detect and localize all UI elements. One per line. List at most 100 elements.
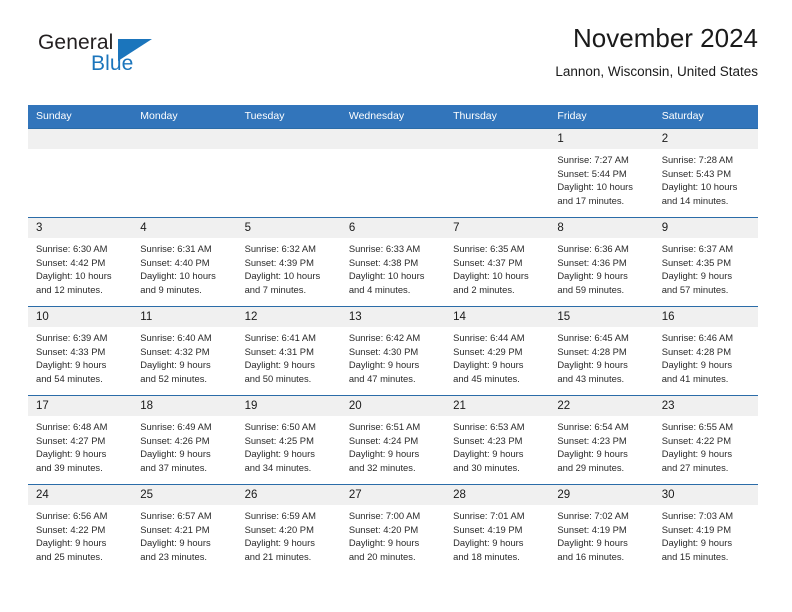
sunset-text: Sunset: 4:26 PM [140, 434, 210, 446]
daylight-text: Daylight: 10 hours and 9 minutes. [140, 270, 216, 295]
daylight-text: Daylight: 9 hours and 15 minutes. [661, 537, 733, 562]
calendar-day-cell[interactable]: 12 Sunrise: 6:41 AM Sunset: 4:31 PM Dayligh… [236, 306, 341, 396]
sunrise-text: Sunrise: 6:59 AM [244, 510, 316, 521]
day-sun-info: Sunrise: 6:39 AM Sunset: 4:33 PM Daylight:… [28, 327, 132, 385]
sunrise-text: Sunrise: 6:44 AM [453, 332, 525, 343]
calendar-day-cell[interactable] [236, 128, 341, 218]
calendar-day-cell[interactable]: 26 Sunrise: 6:59 AM Sunset: 4:20 PM Dayligh… [236, 484, 341, 574]
calendar-day-cell[interactable]: 4 Sunrise: 6:31 AM Sunset: 4:40 PM Daylight… [132, 217, 237, 307]
calendar-day-cell[interactable]: 27 Sunrise: 7:00 AM Sunset: 4:20 PM Dayligh… [340, 484, 446, 574]
calendar-day-cell[interactable]: 10 Sunrise: 6:39 AM Sunset: 4:33 PM Dayligh… [28, 306, 133, 396]
calendar-day-cell[interactable]: 7 Sunrise: 6:35 AM Sunset: 4:37 PM Daylight… [445, 217, 550, 307]
calendar-table: Sunday Monday Tuesday Wednesday Thursday… [28, 105, 758, 574]
sunrise-text: Sunrise: 6:54 AM [557, 421, 629, 432]
sunrise-text: Sunrise: 6:30 AM [36, 243, 108, 254]
day-sun-info: Sunrise: 7:02 AM Sunset: 4:19 PM Daylight:… [549, 505, 653, 563]
calendar-day-cell[interactable]: 14 Sunrise: 6:44 AM Sunset: 4:29 PM Dayligh… [445, 306, 550, 396]
day-number: 5 [236, 218, 341, 238]
brand-name-blue: Blue [91, 52, 134, 75]
daylight-text: Daylight: 9 hours and 50 minutes. [244, 359, 315, 384]
calendar-day-cell[interactable]: 30 Sunrise: 7:03 AM Sunset: 4:19 PM Dayligh… [653, 484, 758, 574]
calendar-day-cell[interactable]: 11 Sunrise: 6:40 AM Sunset: 4:32 PM Dayligh… [132, 306, 237, 396]
calendar-day-cell[interactable]: 3 Sunrise: 6:30 AM Sunset: 4:42 PM Daylight… [28, 217, 133, 307]
daylight-text: Daylight: 10 hours and 2 minutes. [453, 270, 529, 295]
sunrise-text: Sunrise: 6:31 AM [140, 243, 212, 254]
sunset-text: Sunset: 4:40 PM [140, 256, 210, 268]
day-sun-info: Sunrise: 6:31 AM Sunset: 4:40 PM Daylight:… [132, 238, 236, 296]
calendar-day-cell[interactable]: 25 Sunrise: 6:57 AM Sunset: 4:21 PM Dayligh… [132, 484, 237, 574]
daylight-text: Daylight: 9 hours and 29 minutes. [557, 448, 628, 473]
day-sun-info: Sunrise: 6:42 AM Sunset: 4:30 PM Daylight:… [341, 327, 445, 385]
page-header: General Blue November 2024 Lannon, Wisco… [0, 0, 792, 79]
day-sun-info: Sunrise: 7:01 AM Sunset: 4:19 PM Daylight:… [445, 505, 549, 563]
day-number: 10 [28, 307, 133, 327]
calendar-day-cell[interactable]: 18 Sunrise: 6:49 AM Sunset: 4:26 PM Dayligh… [132, 395, 237, 485]
day-sun-info: Sunrise: 6:30 AM Sunset: 4:42 PM Daylight:… [28, 238, 132, 296]
day-number: 12 [236, 307, 341, 327]
calendar-day-cell[interactable]: 19 Sunrise: 6:50 AM Sunset: 4:25 PM Dayligh… [236, 395, 341, 485]
calendar-day-cell[interactable]: 29 Sunrise: 7:02 AM Sunset: 4:19 PM Dayligh… [549, 484, 654, 574]
sunrise-text: Sunrise: 6:55 AM [661, 421, 734, 432]
weekday-header-tuesday: Tuesday [236, 105, 341, 129]
daylight-text: Daylight: 9 hours and 20 minutes. [348, 537, 420, 562]
daylight-text: Daylight: 9 hours and 59 minutes. [557, 270, 628, 295]
calendar-day-cell[interactable] [340, 128, 446, 218]
sunrise-text: Sunrise: 7:28 AM [661, 154, 734, 165]
day-number: 22 [549, 396, 654, 416]
sunrise-text: Sunrise: 6:40 AM [140, 332, 212, 343]
calendar-day-cell[interactable]: 23 Sunrise: 6:55 AM Sunset: 4:22 PM Dayligh… [653, 395, 758, 485]
sunrise-text: Sunrise: 6:45 AM [557, 332, 629, 343]
calendar-day-cell[interactable] [445, 128, 550, 218]
calendar-day-cell[interactable]: 20 Sunrise: 6:51 AM Sunset: 4:24 PM Dayligh… [340, 395, 446, 485]
sunrise-text: Sunrise: 6:57 AM [140, 510, 212, 521]
calendar-day-cell[interactable]: 13 Sunrise: 6:42 AM Sunset: 4:30 PM Dayligh… [340, 306, 446, 396]
daylight-text: Daylight: 9 hours and 23 minutes. [140, 537, 211, 562]
calendar-day-cell[interactable]: 17 Sunrise: 6:48 AM Sunset: 4:27 PM Dayligh… [28, 395, 133, 485]
sunrise-text: Sunrise: 6:35 AM [453, 243, 525, 254]
calendar-day-cell[interactable]: 24 Sunrise: 6:56 AM Sunset: 4:22 PM Dayligh… [28, 484, 133, 574]
day-sun-info [132, 149, 236, 153]
day-sun-info: Sunrise: 7:28 AM Sunset: 5:43 PM Daylight:… [654, 149, 758, 207]
daylight-text: Daylight: 9 hours and 37 minutes. [140, 448, 211, 473]
day-number [28, 129, 133, 149]
day-number: 21 [445, 396, 550, 416]
brand-logo[interactable]: General Blue [34, 32, 214, 80]
calendar-day-cell[interactable]: 6 Sunrise: 6:33 AM Sunset: 4:38 PM Daylight… [340, 217, 446, 307]
calendar-day-cell[interactable]: 28 Sunrise: 7:01 AM Sunset: 4:19 PM Dayligh… [445, 484, 550, 574]
calendar-day-cell[interactable]: 16 Sunrise: 6:46 AM Sunset: 4:28 PM Dayligh… [653, 306, 758, 396]
calendar-day-cell[interactable]: 22 Sunrise: 6:54 AM Sunset: 4:23 PM Dayligh… [549, 395, 654, 485]
sunrise-text: Sunrise: 7:27 AM [557, 154, 629, 165]
calendar-day-cell[interactable]: 5 Sunrise: 6:32 AM Sunset: 4:39 PM Daylight… [236, 217, 341, 307]
day-sun-info: Sunrise: 6:33 AM Sunset: 4:38 PM Daylight:… [341, 238, 445, 296]
calendar-weekday-header: Sunday Monday Tuesday Wednesday Thursday… [28, 105, 758, 129]
sunset-text: Sunset: 4:19 PM [661, 523, 731, 535]
weekday-header-saturday: Saturday [653, 105, 758, 129]
sunset-text: Sunset: 4:19 PM [453, 523, 523, 535]
day-number: 4 [132, 218, 237, 238]
sunset-text: Sunset: 4:30 PM [348, 345, 419, 357]
calendar-day-cell[interactable]: 21 Sunrise: 6:53 AM Sunset: 4:23 PM Dayligh… [445, 395, 550, 485]
day-sun-info [445, 149, 549, 153]
sunset-text: Sunset: 4:32 PM [140, 345, 210, 357]
sunset-text: Sunset: 4:33 PM [36, 345, 106, 357]
day-number: 17 [28, 396, 133, 416]
day-number [340, 129, 446, 149]
daylight-text: Daylight: 9 hours and 45 minutes. [453, 359, 524, 384]
calendar-day-cell[interactable]: 2 Sunrise: 7:28 AM Sunset: 5:43 PM Daylight… [653, 128, 758, 218]
calendar-day-cell[interactable] [28, 128, 133, 218]
calendar-day-cell[interactable] [132, 128, 237, 218]
day-sun-info: Sunrise: 6:57 AM Sunset: 4:21 PM Daylight:… [132, 505, 236, 563]
calendar-day-cell[interactable]: 8 Sunrise: 6:36 AM Sunset: 4:36 PM Daylight… [549, 217, 654, 307]
day-number: 23 [653, 396, 758, 416]
day-sun-info: Sunrise: 6:36 AM Sunset: 4:36 PM Daylight:… [549, 238, 653, 296]
day-number: 24 [28, 485, 133, 505]
day-number: 7 [445, 218, 550, 238]
sunset-text: Sunset: 4:29 PM [453, 345, 523, 357]
sunset-text: Sunset: 4:27 PM [36, 434, 106, 446]
sunset-text: Sunset: 4:21 PM [140, 523, 210, 535]
calendar-day-cell[interactable]: 9 Sunrise: 6:37 AM Sunset: 4:35 PM Daylight… [653, 217, 758, 307]
calendar-day-cell[interactable]: 1 Sunrise: 7:27 AM Sunset: 5:44 PM Daylight… [549, 128, 654, 218]
day-number: 18 [132, 396, 237, 416]
daylight-text: Daylight: 9 hours and 57 minutes. [661, 270, 733, 295]
calendar-day-cell[interactable]: 15 Sunrise: 6:45 AM Sunset: 4:28 PM Dayligh… [549, 306, 654, 396]
